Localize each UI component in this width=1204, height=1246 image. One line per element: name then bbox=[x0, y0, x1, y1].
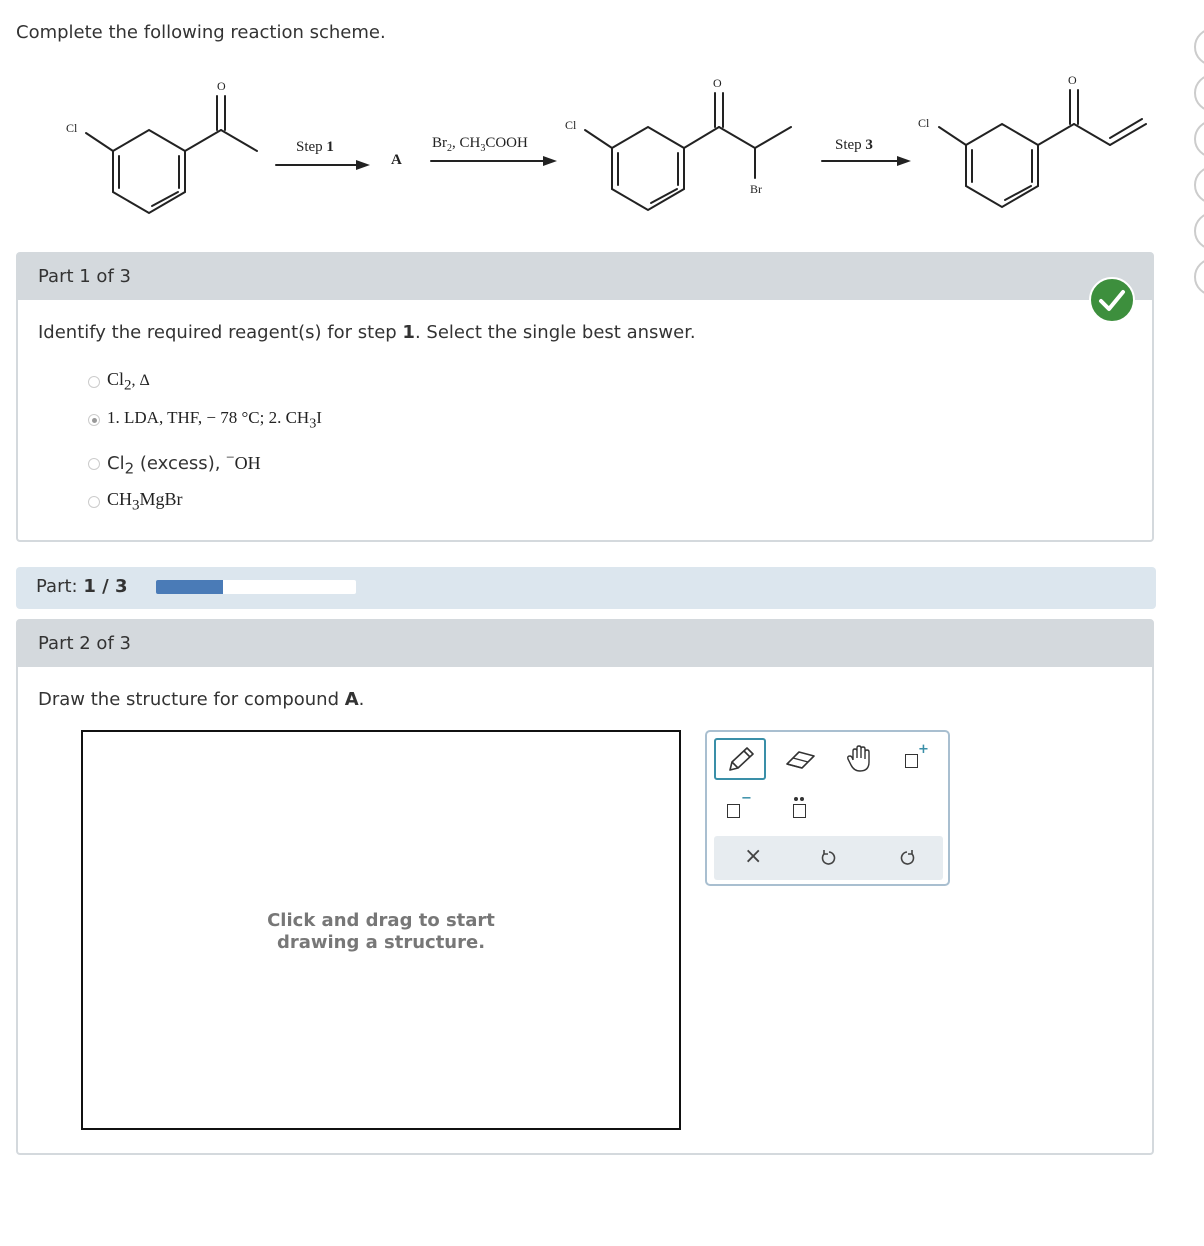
eraser-icon[interactable] bbox=[784, 746, 818, 774]
option-1-label: Cl2, Δ bbox=[107, 369, 150, 394]
lone-pair-tool[interactable] bbox=[791, 794, 811, 822]
positive-charge-icon bbox=[905, 754, 918, 768]
option-3-radio[interactable] bbox=[88, 457, 100, 470]
step1-label: Step 1 bbox=[296, 139, 334, 155]
molecule-start bbox=[85, 95, 258, 215]
side-tool-6[interactable] bbox=[1194, 258, 1204, 296]
drawing-canvas[interactable]: Click and drag to start drawing a struct… bbox=[81, 730, 681, 1130]
atom-o-2: O bbox=[713, 76, 722, 90]
lone-pair-icon bbox=[793, 804, 806, 818]
option-2[interactable]: 1. LDA, THF, − 78 °C; 2. CH3I bbox=[88, 408, 322, 432]
part1-question: Identify the required reagent(s) for ste… bbox=[38, 322, 696, 343]
step2-reagents: Br2, CH3COOH bbox=[432, 135, 528, 154]
check-circle-icon bbox=[1089, 277, 1135, 323]
reaction-scheme bbox=[85, 89, 1147, 215]
progress-track bbox=[156, 580, 356, 594]
redo-icon[interactable] bbox=[898, 849, 916, 867]
negative-charge-tool[interactable]: − bbox=[727, 791, 757, 822]
hand-pan-icon[interactable] bbox=[845, 744, 873, 774]
progress-label: Part: 1 / 3 bbox=[36, 576, 128, 597]
atom-br: Br bbox=[750, 182, 762, 196]
option-1-radio[interactable] bbox=[88, 375, 100, 388]
pencil-icon bbox=[729, 747, 754, 771]
part-progress: Part: 1 / 3 bbox=[16, 567, 1156, 609]
option-3-label: Cl2 (excess), −OH bbox=[107, 450, 261, 478]
option-1[interactable]: Cl2, Δ bbox=[88, 369, 150, 395]
minus-symbol: − bbox=[741, 791, 752, 806]
toolbox-actions: × bbox=[714, 836, 943, 880]
part2-header: Part 2 of 3 bbox=[18, 621, 1152, 667]
compound-a-label: A bbox=[391, 152, 402, 168]
atom-cl-2: Cl bbox=[565, 118, 577, 132]
undo-icon[interactable] bbox=[820, 849, 838, 867]
part2-question: Draw the structure for compound A. bbox=[38, 689, 365, 710]
option-4-label: CH3MgBr bbox=[107, 489, 183, 514]
negative-charge-icon bbox=[727, 804, 740, 818]
clear-icon[interactable]: × bbox=[744, 844, 762, 869]
atom-o-1: O bbox=[217, 79, 226, 93]
option-2-label: 1. LDA, THF, − 78 °C; 2. CH3I bbox=[107, 408, 322, 432]
step3-label: Step 3 bbox=[835, 137, 873, 153]
plus-symbol: + bbox=[918, 742, 929, 757]
atom-cl-1: Cl bbox=[66, 121, 78, 135]
progress-fill bbox=[156, 580, 223, 594]
part1-section: Part 1 of 3 Identify the required reagen… bbox=[16, 252, 1154, 542]
option-4[interactable]: CH3MgBr bbox=[88, 489, 183, 515]
atom-cl-3: Cl bbox=[918, 116, 930, 130]
pencil-tool[interactable] bbox=[714, 738, 766, 780]
atom-o-3: O bbox=[1068, 73, 1077, 87]
positive-charge-tool[interactable]: + bbox=[905, 742, 935, 772]
prompt-text: Complete the following reaction scheme. bbox=[16, 22, 386, 43]
option-3[interactable]: Cl2 (excess), −OH bbox=[88, 450, 261, 478]
option-4-radio[interactable] bbox=[88, 495, 100, 508]
molecule-product bbox=[938, 89, 1147, 209]
drawing-toolbox: + − × bbox=[705, 730, 950, 886]
option-2-radio[interactable] bbox=[88, 414, 100, 427]
canvas-hint: Click and drag to start drawing a struct… bbox=[267, 910, 495, 953]
part1-header: Part 1 of 3 bbox=[18, 254, 1152, 300]
